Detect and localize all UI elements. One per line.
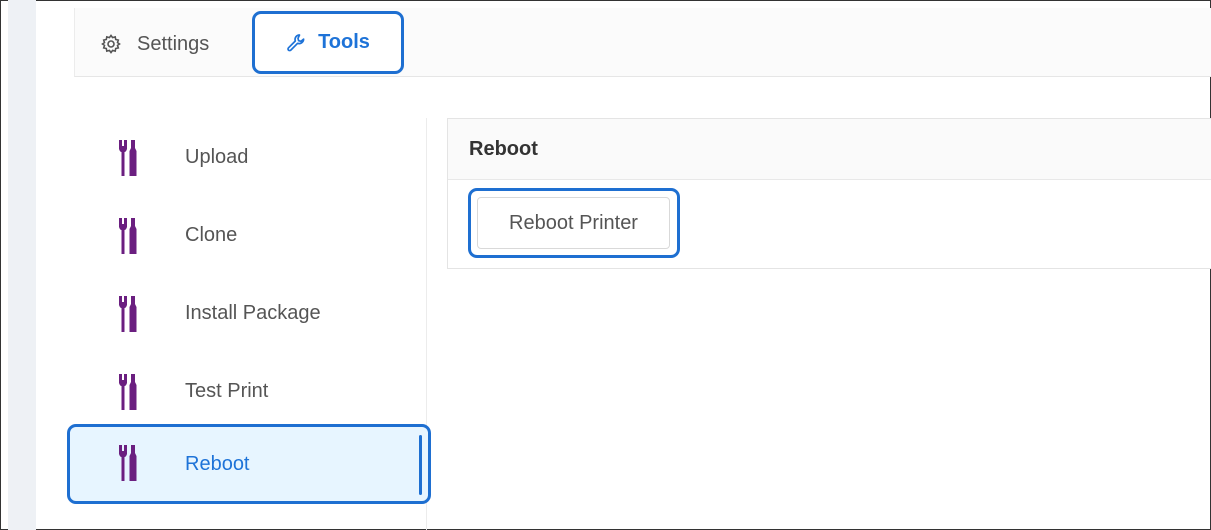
reboot-printer-button[interactable]: Reboot Printer (477, 197, 670, 249)
wrench-icon (286, 33, 306, 53)
sidebar-item-upload[interactable]: Upload (38, 118, 426, 196)
sidebar-item-label: Reboot (185, 452, 250, 475)
tools-icon (118, 445, 138, 486)
tools-icon (118, 296, 138, 337)
active-indicator (419, 435, 422, 495)
tab-settings[interactable]: Settings (101, 26, 209, 62)
left-rail (8, 0, 36, 530)
sidebar-item-clone[interactable]: Clone (38, 196, 426, 274)
sidebar-item-label: Install Package (185, 301, 321, 324)
tools-icon (118, 374, 138, 415)
sidebar-item-label: Upload (185, 145, 249, 168)
reboot-button-highlight: Reboot Printer (468, 188, 680, 258)
gear-icon (101, 34, 121, 54)
sidebar-item-label: Clone (185, 223, 238, 246)
tab-bar: Settings Tools (74, 8, 1211, 77)
reboot-panel: Reboot Reboot Printer (447, 118, 1211, 269)
tools-icon (118, 218, 138, 259)
sidebar-item-label: Test Print (185, 379, 269, 402)
tab-tools[interactable]: Tools (252, 11, 404, 74)
tab-settings-label: Settings (137, 32, 210, 55)
panel-title: Reboot (448, 119, 1211, 180)
sidebar-item-install-package[interactable]: Install Package (38, 274, 426, 352)
tools-sidebar: Upload Clone Install Package Test Print … (38, 118, 431, 530)
sidebar-item-test-print[interactable]: Test Print (38, 352, 426, 430)
tools-icon (118, 140, 138, 181)
tab-tools-label: Tools (318, 31, 370, 53)
sidebar-item-reboot[interactable]: Reboot (67, 424, 431, 504)
